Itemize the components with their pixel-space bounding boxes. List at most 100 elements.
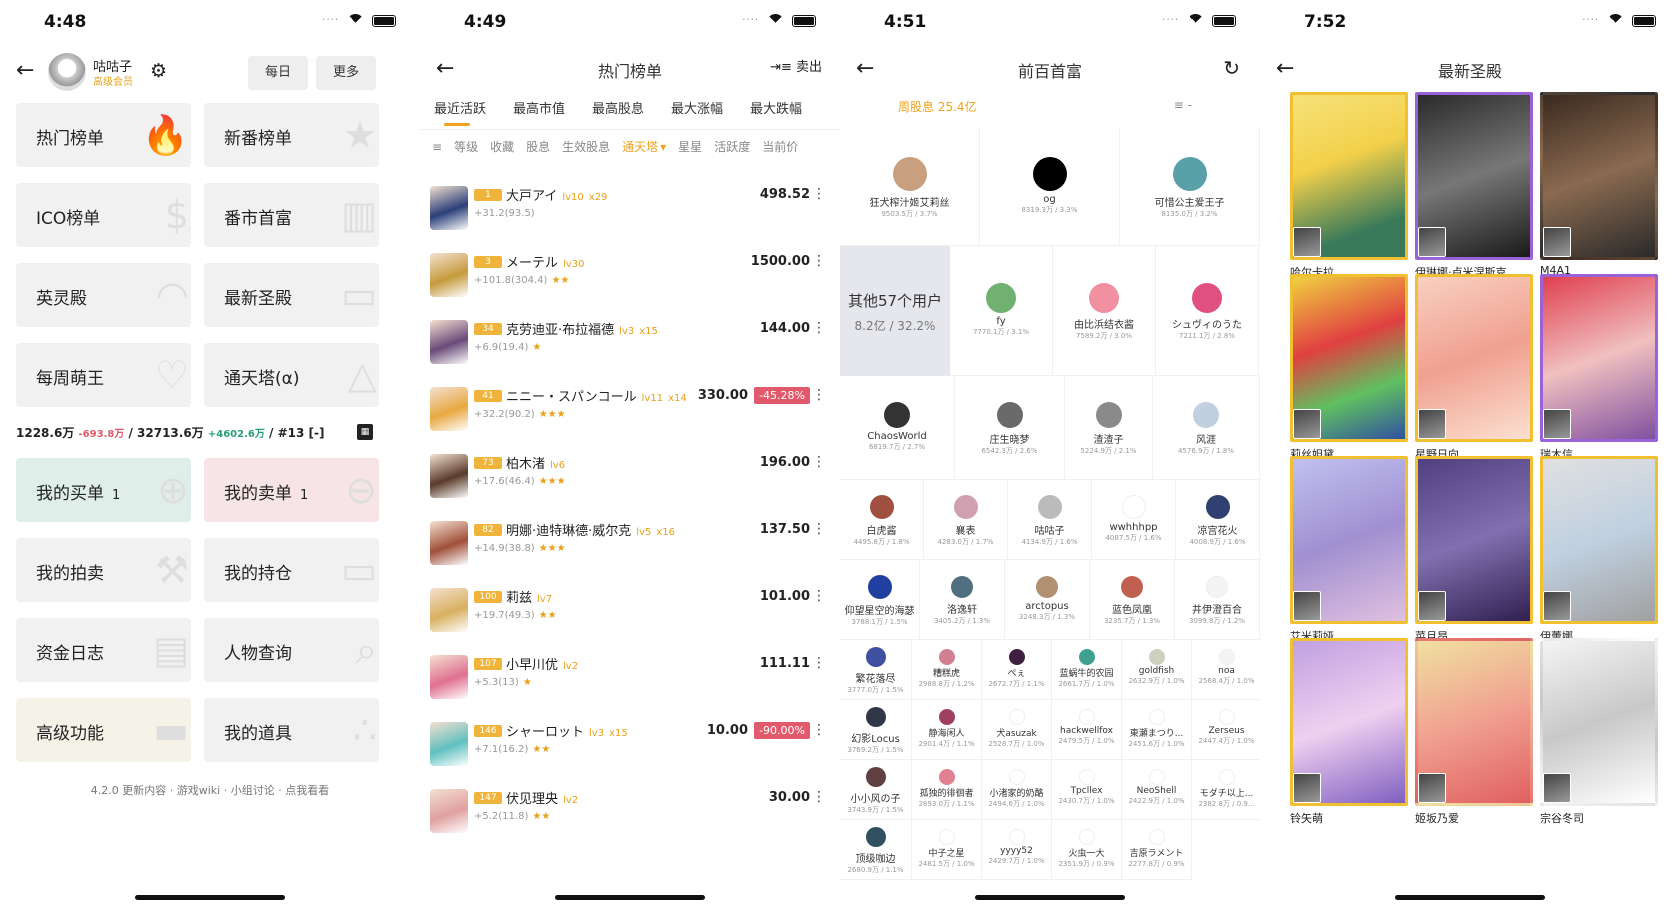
ranking-row[interactable]: 1 大戸アイ lv10 x29 +31.2(93.5) 498.52 ⋮ [420, 174, 840, 240]
action-tile[interactable]: 我的持仓 ▭ [204, 538, 379, 602]
rich-user-cell[interactable]: 咕咕子 4134.9万 / 1.6% [1008, 480, 1092, 560]
rich-user-cell[interactable]: Tpcllex 2430.7万 / 1.0% [1052, 760, 1122, 820]
footer-links[interactable]: 4.2.0 更新内容 · 游戏wiki · 小组讨论 · 点我看看 [0, 782, 420, 798]
rich-user-cell[interactable]: モダチ以上... 2382.8万 / 0.9... [1192, 760, 1260, 820]
temple-card[interactable] [1540, 456, 1658, 624]
rich-user-cell[interactable]: 仰望星空的海瑟 3788.1万 / 1.5% [840, 560, 920, 640]
rich-user-cell[interactable]: Zerseus 2447.4万 / 1.0% [1192, 700, 1260, 760]
ranking-row[interactable]: 147 伏见理央 lv2 +5.2(11.8) ★★ 30.00 ⋮ [420, 777, 840, 843]
menu-tile[interactable]: 番市首富 ▥ [204, 183, 379, 247]
rich-user-cell[interactable]: NeoShell 2422.9万 / 1.0% [1122, 760, 1192, 820]
rich-user-cell[interactable]: 庄生晓梦 6542.3万 / 2.6% [955, 376, 1065, 480]
ranking-row[interactable]: 107 小早川优 lv2 +5.3(13) ★ 111.11 ⋮ [420, 643, 840, 709]
temple-card[interactable] [1540, 274, 1658, 442]
filter-icon[interactable]: ≡ [432, 140, 442, 154]
rich-user-cell[interactable]: fy 7770.1万 / 3.1% [950, 246, 1053, 376]
daily-button[interactable]: 每日 [248, 56, 308, 90]
rich-user-cell[interactable]: 東瀬まつり... 2451.6万 / 1.0% [1122, 700, 1192, 760]
rich-user-cell[interactable]: 由比浜结衣酱 7589.2万 / 3.0% [1053, 246, 1156, 376]
tab-item[interactable]: 最近活跃 [434, 94, 499, 126]
back-arrow-icon[interactable]: ← [16, 58, 34, 83]
rich-user-cell[interactable]: 渣渣子 5224.9万 / 2.1% [1065, 376, 1153, 480]
rich-user-cell[interactable]: og 8319.3万 / 3.3% [980, 128, 1120, 246]
filter-item[interactable]: 当前价 [762, 138, 798, 155]
more-options-icon[interactable]: ⋮ [812, 186, 826, 202]
rich-user-cell[interactable]: ぺぇ 2672.7万 / 1.1% [982, 640, 1052, 700]
rich-user-cell[interactable]: 孤独的徘徊者 2893.0万 / 1.1% [912, 760, 982, 820]
rich-user-cell[interactable]: arctopus 3248.3万 / 1.3% [1005, 560, 1090, 640]
temple-card[interactable] [1290, 456, 1408, 624]
rich-user-cell[interactable]: 狂犬榨汁姬艾莉丝 9503.5万 / 3.7% [840, 128, 980, 246]
filter-item[interactable]: 星星 [678, 138, 702, 155]
rich-user-cell[interactable]: 中子之星 2481.5万 / 1.0% [912, 820, 982, 880]
ranking-row[interactable]: 3 メーテル lv30 +101.8(304.4) ★★ 1500.00 ⋮ [420, 241, 840, 307]
rich-user-cell[interactable]: 犬asuzak 2528.7万 / 1.0% [982, 700, 1052, 760]
temple-card[interactable] [1540, 638, 1658, 806]
rich-user-cell[interactable]: 幻影Locus 3769.2万 / 1.5% [840, 700, 912, 760]
rich-user-cell[interactable]: 繁花落尽 3777.0万 / 1.5% [840, 640, 912, 700]
tab-item[interactable]: 最高股息 [592, 94, 657, 117]
calculator-icon[interactable]: ▦ [357, 424, 373, 440]
menu-tile[interactable]: 热门榜单 🔥 [16, 103, 191, 167]
temple-card[interactable] [1290, 92, 1408, 260]
ranking-row[interactable]: 41 ニニー・スパンコール lv11 x14 +32.2(90.2) ★★★ 330.00-… [420, 375, 840, 441]
rich-user-cell[interactable]: yyyy52 2429.7万 / 1.0% [982, 820, 1052, 880]
ranking-row[interactable]: 73 柏木渚 lv6 +17.6(46.4) ★★★ 196.00 ⋮ [420, 442, 840, 508]
rich-user-cell[interactable]: 小小风の子 3743.9万 / 1.5% [840, 760, 912, 820]
rich-user-cell[interactable]: noa 2568.4万 / 1.0% [1192, 640, 1260, 700]
tab-item[interactable]: 最大跌幅 [750, 94, 815, 117]
more-options-icon[interactable]: ⋮ [812, 253, 826, 269]
filter-item[interactable]: 活跃度 [714, 138, 750, 155]
more-options-icon[interactable]: ⋮ [812, 320, 826, 336]
filter-item[interactable]: 通天塔 [622, 138, 658, 155]
menu-tile[interactable]: ICO榜单 $ [16, 183, 191, 247]
rich-user-cell[interactable]: 洛逸轩 3405.2万 / 1.3% [920, 560, 1005, 640]
menu-tile[interactable]: 每周萌王 ♡ [16, 343, 191, 407]
filter-item[interactable]: 收藏 [490, 138, 514, 155]
ranking-row[interactable]: 146 シャーロット lv3 x15 +7.1(16.2) ★★ 10.00 -90.00% ⋮ [420, 710, 840, 776]
rich-user-cell[interactable]: 可惜公主爱王子 8135.0万 / 3.2% [1120, 128, 1260, 246]
action-tile[interactable]: 高级功能 ▬ [16, 698, 191, 762]
tab-item[interactable]: 最大涨幅 [671, 94, 736, 117]
ranking-row[interactable]: 82 明娜·迪特琳德·威尔克 lv5 x16 +14.9(38.8) ★★★ 137.50 ⋮ [420, 509, 840, 575]
rich-user-cell[interactable]: 静海闲人 2901.4万 / 1.1% [912, 700, 982, 760]
ranking-row[interactable]: 34 克劳迪亚·布拉福德 lv3 x15 +6.9(19.4) ★ 144.00 ⋮ [420, 308, 840, 374]
ranking-row[interactable]: 100 莉兹 lv7 +19.7(49.3) ★★ 101.00 ⋮ [420, 576, 840, 642]
more-options-icon[interactable]: ⋮ [812, 588, 826, 604]
rich-user-cell[interactable]: 顶级咖边 2680.9万 / 1.1% [840, 820, 912, 880]
temple-card[interactable] [1415, 274, 1533, 442]
rich-user-cell[interactable]: hackwellfox 2479.5万 / 1.0% [1052, 700, 1122, 760]
rich-user-cell[interactable]: 风涯 4576.9万 / 1.8% [1153, 376, 1260, 480]
rich-user-cell[interactable]: 凉宫花火 4008.9万 / 1.6% [1176, 480, 1260, 560]
refresh-icon[interactable]: ↻ [1223, 56, 1240, 80]
temple-card[interactable] [1290, 638, 1408, 806]
rich-user-cell[interactable]: 井伊澄百合 3099.8万 / 1.2% [1175, 560, 1260, 640]
temple-card[interactable] [1540, 92, 1658, 260]
rich-user-cell[interactable]: 小渚家的奶酪 2494.6万 / 1.0% [982, 760, 1052, 820]
more-options-icon[interactable]: ⋮ [812, 454, 826, 470]
temple-card[interactable] [1415, 456, 1533, 624]
sell-button[interactable]: ⇥≡ 卖出 [770, 56, 822, 75]
temple-card[interactable] [1415, 638, 1533, 806]
more-options-icon[interactable]: ⋮ [812, 521, 826, 537]
rich-user-cell[interactable]: シュヴィのうた 7211.1万 / 2.8% [1156, 246, 1259, 376]
filter-item[interactable]: 等级 [454, 138, 478, 155]
temple-card[interactable] [1290, 274, 1408, 442]
gear-icon[interactable]: ⚙ [150, 60, 167, 82]
more-button[interactable]: 更多 [316, 56, 376, 90]
more-options-icon[interactable]: ⋮ [812, 655, 826, 671]
action-tile[interactable]: 我的道具 ∴ [204, 698, 379, 762]
rich-user-cell[interactable]: 吉原ラメント 2277.8万 / 0.9% [1122, 820, 1192, 880]
temple-card[interactable] [1415, 92, 1533, 260]
menu-tile[interactable]: 通天塔(α) △ [204, 343, 379, 407]
rich-user-cell[interactable]: 火虫一大 2351.9万 / 0.9% [1052, 820, 1122, 880]
action-tile[interactable]: 我的拍卖 ⚒ [16, 538, 191, 602]
menu-tile[interactable]: 最新圣殿 ▭ [204, 263, 379, 327]
more-options-icon[interactable]: ⋮ [812, 789, 826, 805]
rich-user-cell[interactable]: 襄表 4283.0万 / 1.7% [924, 480, 1008, 560]
filter-item[interactable]: 生效股息 [562, 138, 610, 155]
rich-user-cell[interactable]: ChaosWorld 6819.7万 / 2.7% [840, 376, 955, 480]
action-tile[interactable]: 我的买单 1 ⊕ [16, 458, 191, 522]
rich-user-cell[interactable]: goldfish 2632.9万 / 1.0% [1122, 640, 1192, 700]
user-avatar[interactable] [48, 53, 86, 91]
